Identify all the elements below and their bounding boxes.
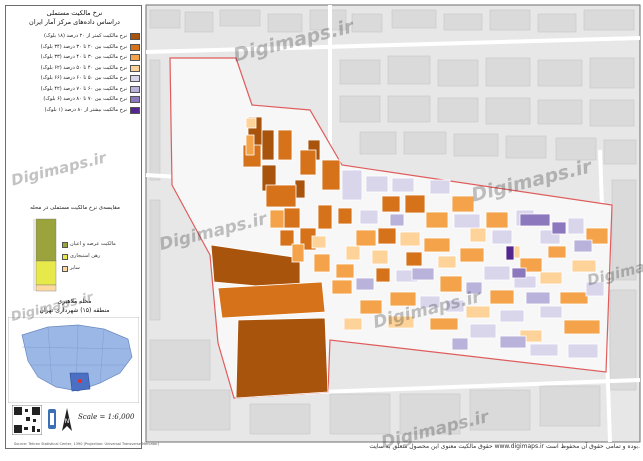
district-region: منطقه (۱۵) شهرداری تهران	[39, 307, 110, 314]
legend-item: نرخ مالکیت بیشتر از ۸۰ درصد (۱ بلوک)	[12, 106, 140, 115]
legend-item: نرخ مالکیت بین ۴۰ تا ۵۰ درصد (۶۲ بلوک)	[12, 64, 140, 73]
legend-label: نرخ مالکیت بین ۷۰ تا ۸۰ درصد (۶ بلوک)	[43, 96, 127, 102]
credit-line: Source: Tehran Statistical Center, 1390 …	[14, 442, 159, 446]
legend-label: نرخ مالکیت بین ۵۰ تا ۶۰ درصد (۶۶ بلوک)	[40, 75, 127, 81]
bar-legend-label: مالکیت عرصه و اعیان	[70, 241, 116, 247]
legend-item: نرخ مالکیت بین ۶۰ تا ۷۰ درصد (۴۲ بلوک)	[12, 85, 140, 94]
digimaps-logo	[48, 409, 56, 429]
bar-legend-label: رهن استیجاری	[70, 253, 101, 259]
map-subtitle: دراساس داده‌های مرکز آمار ایران	[29, 18, 120, 26]
legend-label: نرخ مالکیت کمتر از ۲۰ درصد (۱۸ بلوک)	[43, 33, 127, 39]
legend-item: نرخ مالکیت بین ۲۰ تا ۳۰ درصد (۳۴ بلوک)	[12, 43, 140, 52]
bar-segment-ownership	[35, 218, 57, 262]
legend-item: نرخ مالکیت بین ۷۰ تا ۸۰ درصد (۶ بلوک)	[12, 95, 140, 104]
study-area-marker	[78, 379, 82, 383]
legend-swatch	[130, 96, 140, 103]
bar-legend-label: سایر	[70, 265, 80, 271]
legend-swatch	[130, 85, 140, 93]
legend-label: نرخ مالکیت بین ۴۰ تا ۵۰ درصد (۶۲ بلوک)	[40, 64, 127, 71]
legend-label: نرخ مالکیت بین ۳۰ تا ۴۰ درصد (۳۳ بلوک)	[40, 54, 127, 60]
legend-swatch	[130, 33, 140, 40]
legend-item: نرخ مالکیت بین ۳۰ تا ۴۰ درصد (۳۳ بلوک)	[12, 53, 140, 62]
locator-map	[8, 317, 139, 403]
map-title: نرخ مالکیت مستملی	[46, 9, 103, 17]
bar-legend-swatch	[62, 242, 68, 248]
scale-label: Scale = 1:6,000	[78, 413, 135, 421]
bar-segment-rental	[35, 260, 57, 286]
footer-copyright: حقوق مالکیت معنوی این محصول متعلق به سای…	[369, 443, 640, 450]
qr-code	[12, 405, 42, 435]
legend-label: نرخ مالکیت بین ۲۰ تا ۳۰ درصد (۳۴ بلوک)	[40, 43, 127, 50]
bar-legend-swatch	[62, 266, 68, 272]
svg-text:N: N	[65, 418, 70, 425]
legend-swatch	[130, 64, 140, 72]
bar-segment-other	[35, 284, 57, 292]
legend-item: نرخ مالکیت کمتر از ۲۰ درصد (۱۸ بلوک)	[12, 32, 140, 41]
legend-swatch	[130, 75, 140, 82]
legend-label: نرخ مالکیت بیشتر از ۸۰ درصد (۱ بلوک)	[44, 106, 127, 113]
legend-swatch	[130, 54, 140, 61]
legend-panel: نرخ مالکیت مستملی دراساس داده‌های مرکز آ…	[5, 5, 159, 449]
bar-legend-swatch	[62, 254, 68, 260]
bar-chart-title: مقایسه‌ی نرخ مالکیت مستملی در محله	[30, 205, 120, 211]
legend-swatch	[130, 43, 140, 51]
legend-swatch	[130, 106, 140, 114]
legend-label: نرخ مالکیت بین ۶۰ تا ۷۰ درصد (۴۲ بلوک)	[40, 85, 127, 92]
north-arrow-icon: N	[62, 408, 72, 431]
district-name: محله ملاهیری	[57, 298, 92, 305]
legend-item: نرخ مالکیت بین ۵۰ تا ۶۰ درصد (۶۶ بلوک)	[12, 74, 140, 83]
